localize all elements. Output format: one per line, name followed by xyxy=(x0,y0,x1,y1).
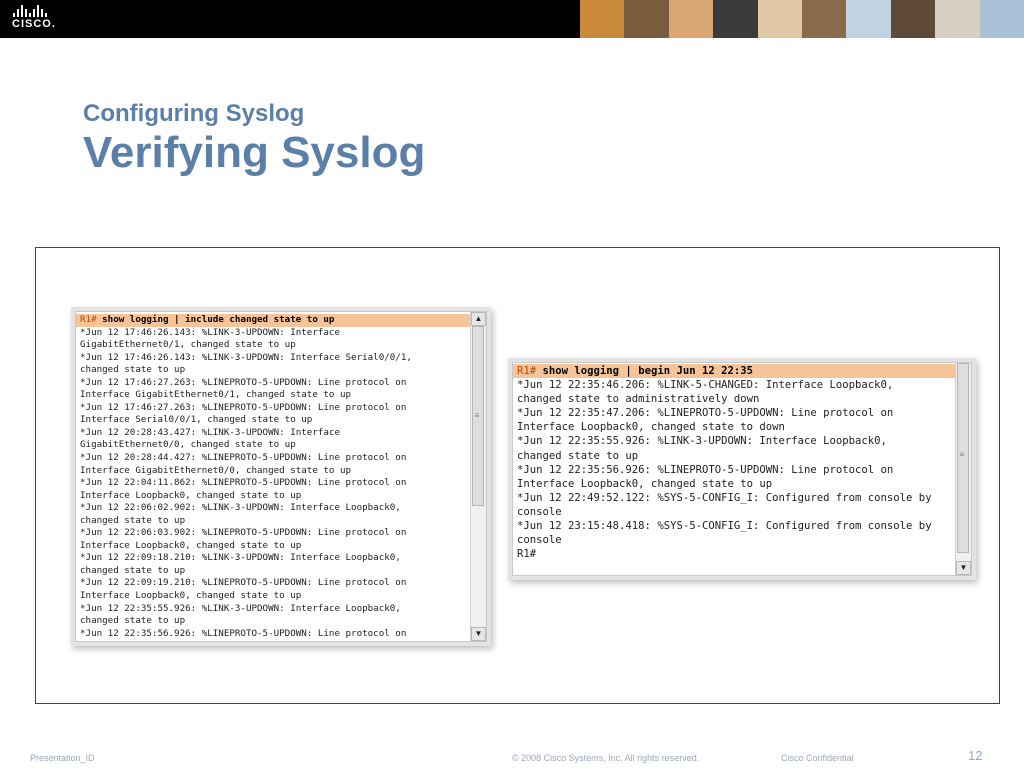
terminal-line: changed state to up xyxy=(80,615,186,627)
cisco-logo: CISCO. xyxy=(12,5,62,33)
scroll-grip-icon: ≡ xyxy=(959,450,965,459)
terminal-line: console xyxy=(517,505,562,518)
slide-title: Verifying Syslog xyxy=(83,128,426,177)
terminal-line: changed state to up xyxy=(80,564,186,576)
header-photo xyxy=(890,0,936,38)
terminal-line: *Jun 12 22:49:52.122: %SYS-5-CONFIG_I: C… xyxy=(517,491,932,504)
terminal-line: *Jun 12 22:35:56.926: %LINEPROTO-5-UPDOW… xyxy=(517,463,894,476)
terminal-line: GigabitEthernet0/0, changed state to up xyxy=(80,439,296,451)
terminal-line: GigabitEthernet0/1, changed state to up xyxy=(80,339,296,351)
terminal-command: show logging | begin Jun 12 22:35 xyxy=(536,365,753,377)
footer-presentation-id: Presentation_ID xyxy=(30,753,95,763)
terminal-line: R1# xyxy=(517,548,537,561)
terminal-line: Interface Loopback0, changed state to do… xyxy=(517,421,785,434)
header-banner: CISCO. xyxy=(0,0,1024,38)
header-photo-strip xyxy=(580,0,1024,38)
terminal-line: Interface GigabitEthernet0/0, changed st… xyxy=(80,464,352,476)
header-photo xyxy=(935,0,980,38)
terminal-line: *Jun 12 22:35:55.926: %LINK-3-UPDOWN: In… xyxy=(80,602,401,614)
scroll-grip-icon: ≡ xyxy=(474,411,480,420)
header-photo xyxy=(713,0,758,38)
terminal-line: *Jun 12 22:35:55.926: %LINK-3-UPDOWN: In… xyxy=(517,435,887,448)
header-photo xyxy=(580,0,625,38)
terminal-prompt: R1# xyxy=(80,314,97,325)
terminal-line: Interface Loopback0, changed state to up xyxy=(80,539,302,551)
slide-subtitle: Configuring Syslog xyxy=(83,100,305,127)
terminal-line: changed state to administratively down xyxy=(517,393,760,406)
terminal-line: *Jun 12 22:35:46.206: %LINK-5-CHANGED: I… xyxy=(517,379,894,392)
header-photo xyxy=(802,0,847,38)
terminal-line: *Jun 12 22:04:11.862: %LINEPROTO-5-UPDOW… xyxy=(80,477,407,489)
terminal-line: Interface Loopback0, changed state to up xyxy=(80,590,302,602)
header-photo xyxy=(846,0,891,38)
terminal-line: *Jun 12 17:46:27.263: %LINEPROTO-5-UPDOW… xyxy=(80,376,407,388)
terminal-line: changed state to up xyxy=(517,449,639,462)
cisco-logo-text: CISCO. xyxy=(12,18,56,30)
terminal-command: show logging | include changed state to … xyxy=(96,314,335,325)
terminal-line: *Jun 12 22:06:02.902: %LINK-3-UPDOWN: In… xyxy=(80,502,401,514)
header-photo xyxy=(979,0,1024,38)
header-photo xyxy=(624,0,669,38)
terminal-line: *Jun 12 22:06:03.902: %LINEPROTO-5-UPDOW… xyxy=(80,527,407,539)
header-photo xyxy=(668,0,714,38)
command-line: R1# show logging | begin Jun 12 22:35 xyxy=(513,364,955,379)
terminal-output: R1# show logging | begin Jun 12 22:35 *J… xyxy=(513,363,955,575)
terminal-line: Interface Serial0/0/1, changed state to … xyxy=(80,414,313,426)
scroll-up-icon[interactable]: ▲ xyxy=(471,312,486,326)
terminal-line: console xyxy=(517,534,562,547)
vertical-scrollbar[interactable]: ≡ ▼ xyxy=(955,363,971,575)
terminal-line: *Jun 12 17:46:27.263: %LINEPROTO-5-UPDOW… xyxy=(80,401,407,413)
terminal-window-begin: R1# show logging | begin Jun 12 22:35 *J… xyxy=(512,362,972,576)
terminal-line: changed state to up xyxy=(80,514,186,526)
terminal-line: *Jun 12 17:46:26.143: %LINK-3-UPDOWN: In… xyxy=(80,351,412,363)
terminal-line: *Jun 12 17:46:26.143: %LINK-3-UPDOWN: In… xyxy=(80,326,340,338)
footer-copyright: © 2008 Cisco Systems, Inc. All rights re… xyxy=(512,753,700,763)
terminal-prompt: R1# xyxy=(517,365,537,377)
terminal-line: *Jun 12 20:28:44.427: %LINEPROTO-5-UPDOW… xyxy=(80,452,407,464)
scroll-down-icon[interactable]: ▼ xyxy=(956,561,971,575)
page-number: 12 xyxy=(968,748,983,763)
header-photo xyxy=(757,0,803,38)
terminal-line: Interface Loopback0, changed state to up xyxy=(80,489,302,501)
terminal-line: *Jun 12 22:35:56.926: %LINEPROTO-5-UPDOW… xyxy=(80,627,407,639)
terminal-line: Interface Loopback0, changed state to up xyxy=(517,477,773,490)
terminal-line: *Jun 12 22:35:47.206: %LINEPROTO-5-UPDOW… xyxy=(517,407,894,420)
terminal-line: changed state to up xyxy=(80,364,186,376)
terminal-line: Interface GigabitEthernet0/1, changed st… xyxy=(80,389,352,401)
terminal-window-include: R1# show logging | include changed state… xyxy=(75,311,487,642)
terminal-output: R1# show logging | include changed state… xyxy=(76,312,470,641)
command-line: R1# show logging | include changed state… xyxy=(76,314,470,327)
terminal-line: *Jun 12 22:09:19.210: %LINEPROTO-5-UPDOW… xyxy=(80,577,407,589)
terminal-line: *Jun 12 23:15:48.418: %SYS-5-CONFIG_I: C… xyxy=(517,520,932,533)
terminal-line: *Jun 12 20:28:43.427: %LINK-3-UPDOWN: In… xyxy=(80,426,340,438)
footer-confidential: Cisco Confidential xyxy=(781,753,854,763)
cisco-bars-icon xyxy=(13,5,62,17)
vertical-scrollbar[interactable]: ▲ ≡ ▼ xyxy=(470,312,486,641)
scroll-down-icon[interactable]: ▼ xyxy=(471,627,486,641)
terminal-line: *Jun 12 22:09:18.210: %LINK-3-UPDOWN: In… xyxy=(80,552,401,564)
